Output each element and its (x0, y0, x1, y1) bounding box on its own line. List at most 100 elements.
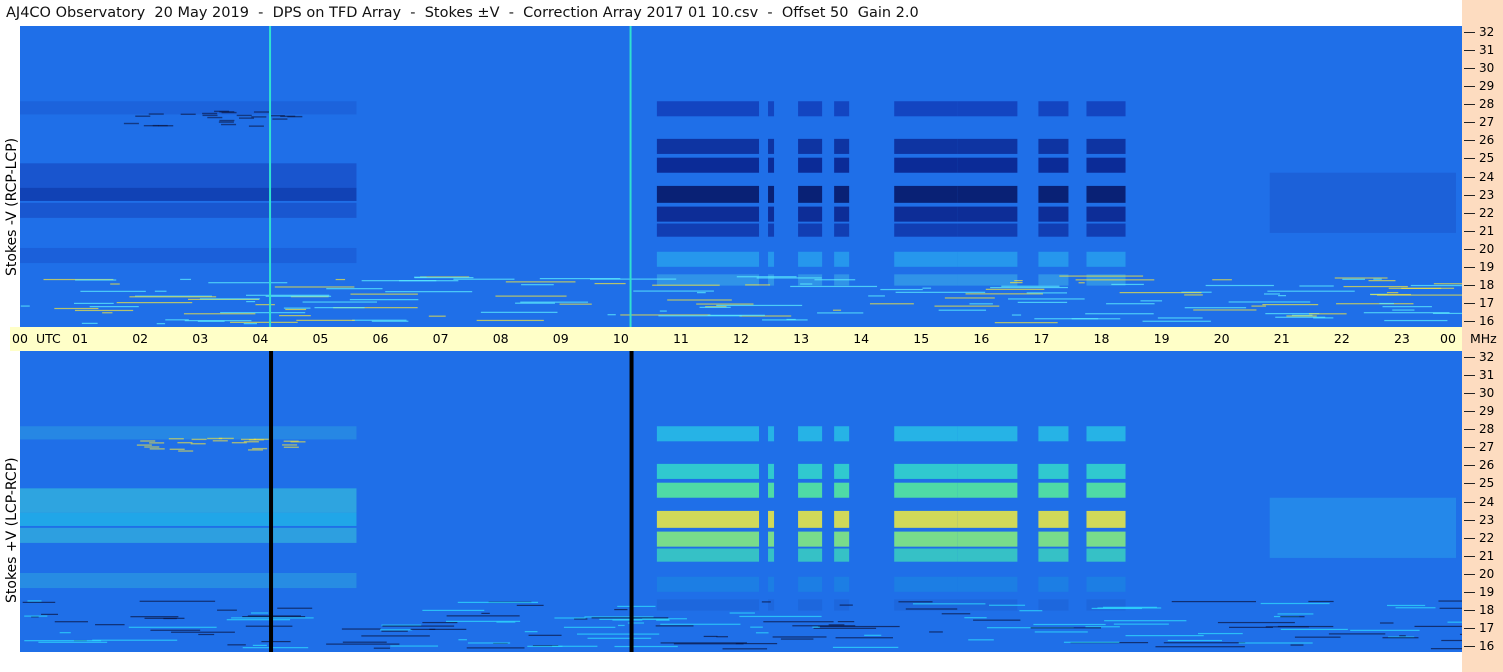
noise-streak (1085, 313, 1154, 315)
noise-streak (659, 310, 667, 312)
frequency-tick-mark (1464, 555, 1475, 557)
noise-streak (476, 319, 544, 322)
frequency-tick-mark (1464, 194, 1475, 196)
noise-streak (1309, 313, 1347, 315)
frequency-tick-label: 32 (1479, 350, 1495, 364)
noise-streak (302, 301, 377, 303)
signal-band (1269, 497, 1456, 558)
signal-block (1038, 482, 1069, 498)
signal-band (20, 163, 357, 188)
signal-block (1086, 510, 1126, 528)
signal-block (798, 185, 823, 203)
noise-streak (792, 625, 856, 627)
frequency-tick-label: 31 (1479, 368, 1495, 383)
top-y-axis-label: Stokes -V (RCP-LCP) (4, 137, 20, 276)
signal-block (798, 426, 823, 442)
stokes-plus-v-spectrogram (20, 351, 1462, 652)
frequency-tick-label: 16 (1479, 639, 1495, 653)
signal-block (834, 426, 850, 442)
frequency-tick-mark (1464, 266, 1475, 268)
vertical-marker-line (269, 26, 272, 327)
frequency-tick-label: 29 (1479, 79, 1495, 94)
signal-block (894, 463, 958, 479)
noise-streak (912, 603, 986, 605)
noise-streak (703, 635, 718, 638)
noise-streak (1432, 312, 1462, 315)
noise-streak (1205, 284, 1274, 287)
noise-streak (422, 609, 485, 612)
noise-streak (218, 121, 234, 123)
signal-block (834, 157, 850, 173)
frequency-tick-label: 30 (1479, 61, 1495, 76)
noise-streak (236, 114, 252, 117)
signal-band (20, 426, 357, 440)
signal-block (768, 185, 775, 203)
frequency-tick-mark (1464, 230, 1475, 232)
noise-streak (219, 119, 235, 122)
noise-streak (1382, 306, 1432, 308)
noise-streak (410, 628, 467, 630)
noise-streak (1238, 642, 1313, 644)
time-tick-label: 21 (1273, 331, 1290, 346)
noise-streak (274, 286, 355, 288)
frequency-tick-label: 20 (1479, 241, 1495, 256)
noise-streak (1034, 631, 1088, 633)
noise-streak (73, 302, 114, 305)
noise-streak (633, 290, 714, 292)
noise-streak (587, 637, 652, 639)
frequency-tick-mark (1464, 176, 1475, 178)
noise-streak (527, 645, 563, 647)
noise-streak (361, 635, 430, 637)
signal-block (768, 251, 775, 267)
noise-streak (1010, 282, 1023, 284)
noise-streak (835, 637, 893, 639)
noise-streak (1184, 307, 1247, 309)
noise-streak (1106, 303, 1155, 305)
noise-streak (697, 292, 706, 294)
signal-block (894, 531, 958, 547)
noise-streak (1388, 287, 1455, 289)
signal-block (1086, 426, 1126, 442)
signal-block (768, 101, 775, 117)
noise-streak (814, 279, 856, 281)
time-tick-label: 01 (72, 331, 89, 346)
noise-streak (102, 312, 113, 314)
signal-block (1086, 531, 1126, 547)
signal-block (798, 510, 823, 528)
noise-streak (1113, 623, 1169, 625)
noise-streak (283, 307, 311, 309)
frequency-tick-label: 25 (1479, 476, 1495, 491)
noise-streak (341, 628, 381, 630)
signal-block (768, 157, 775, 173)
noise-streak (24, 640, 102, 642)
signal-block (957, 185, 1018, 203)
frequency-tick-label: 28 (1479, 422, 1495, 437)
signal-block (1038, 426, 1069, 442)
noise-streak (515, 302, 555, 304)
signal-block (798, 482, 823, 498)
noise-streak (1075, 279, 1155, 281)
noise-streak (559, 303, 592, 305)
frequency-tick-mark (1464, 519, 1475, 521)
signal-block (656, 510, 760, 528)
noise-streak (342, 641, 387, 643)
frequency-axis-unit-label: MHz (1470, 331, 1497, 346)
noise-streak (1438, 600, 1462, 602)
signal-block (656, 185, 760, 203)
time-tick-label: 10 (612, 331, 629, 346)
noise-streak (516, 604, 544, 606)
signal-block (834, 482, 850, 498)
signal-band (20, 247, 357, 264)
noise-streak (1294, 636, 1341, 638)
noise-streak (985, 288, 1045, 290)
noise-streak (1119, 291, 1202, 294)
noise-streak (1184, 294, 1203, 296)
noise-streak (812, 626, 820, 628)
frequency-tick-label: 24 (1479, 169, 1495, 184)
noise-streak (898, 601, 933, 603)
noise-streak (617, 605, 656, 608)
bottom-frequency-axis: 32 31 30 29 28 27 26 25 24 23 22 21 20 19 18 17 16 (1462, 350, 1503, 653)
noise-streak (745, 284, 771, 286)
noise-streak (990, 286, 1068, 289)
signal-block (894, 548, 958, 562)
